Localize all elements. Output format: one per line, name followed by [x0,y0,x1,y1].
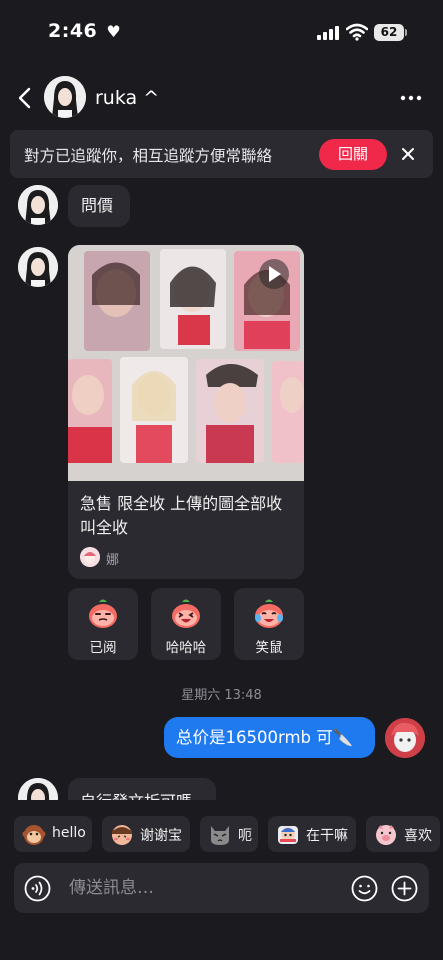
reaction-sticker[interactable]: 笑鼠 [234,588,304,660]
back-arrow-icon[interactable] [14,84,38,112]
battery-tip [405,29,407,36]
quick-reply-label: 谢谢宝 [140,828,182,844]
message-input[interactable] [69,873,339,903]
outgoing-message[interactable]: 总价是16500rmb 可🔪 [164,717,375,758]
reaction-sticker[interactable]: 已阅 [68,588,138,660]
cellular-signal-icon [317,26,341,40]
quick-reply-label: 呃 [238,828,252,844]
quick-reply-thanks[interactable]: 谢谢宝 [102,816,190,852]
battery-indicator: 62 [374,24,404,41]
sender-avatar[interactable] [18,778,58,800]
quick-reply-uh[interactable]: 呃 [200,816,258,852]
wifi-icon [346,23,368,41]
quick-reply-label: 喜欢 [404,828,432,844]
post-title: 急售 限全收 上傳的圖全部收叫全收 [80,494,283,537]
quick-reply-whatcha-doing[interactable]: 在干嘛 [268,816,356,852]
laughing-peach-icon [172,599,200,628]
shared-post-card[interactable]: 急售 限全收 上傳的圖全部收叫全收 娜 [68,245,304,579]
more-options-icon[interactable] [399,86,423,110]
status-bar: 2:46 ♥ 62 [0,0,443,64]
sender-avatar[interactable] [18,247,58,287]
banner-text: 對方已追蹤你，相互追蹤方便常聯絡 [24,147,273,165]
pig-icon [376,825,396,845]
emoji-icon[interactable] [351,875,378,902]
contact-username[interactable]: ruka ^ [95,87,159,109]
author-avatar [80,547,100,567]
sender-avatar[interactable] [18,185,58,225]
quick-reply-like[interactable]: 喜欢 [366,816,440,852]
reaction-label: 笑鼠 [255,640,283,656]
quick-reply-label: 在干嘛 [306,828,348,844]
heart-icon: ♥ [106,22,122,41]
status-time: 2:46 ♥ [48,20,122,42]
bowing-character-icon [112,825,132,845]
peeking-character-icon [278,826,298,844]
reaction-label: 已阅 [89,640,117,656]
monkey-icon [22,825,46,845]
cat-icon [211,826,229,845]
follow-back-button[interactable]: 回關 [319,139,387,170]
incoming-message-partial[interactable]: 自行發文折可嗎 [68,778,216,800]
voice-message-icon[interactable] [24,875,51,902]
chat-header: ruka ^ [0,72,443,126]
day-divider: 星期六 13:48 [181,688,262,703]
author-name: 娜 [106,553,120,568]
peach-face-icon [89,599,117,628]
quick-reply-hello[interactable]: hello [14,816,92,852]
post-thumbnail[interactable] [68,245,304,481]
close-icon[interactable] [396,142,420,166]
reaction-sticker[interactable]: 哈哈哈 [151,588,221,660]
message-composer [14,863,429,913]
follow-back-banner: 對方已追蹤你，相互追蹤方便常聯絡 回關 [10,130,433,178]
contact-avatar[interactable] [44,76,86,118]
add-attachment-icon[interactable] [391,875,418,902]
my-avatar[interactable] [385,718,425,758]
reaction-label: 哈哈哈 [165,640,207,656]
incoming-message[interactable]: 問價 [68,185,130,227]
quick-reply-label: hello [52,825,86,841]
crying-laughing-peach-icon [255,599,283,628]
